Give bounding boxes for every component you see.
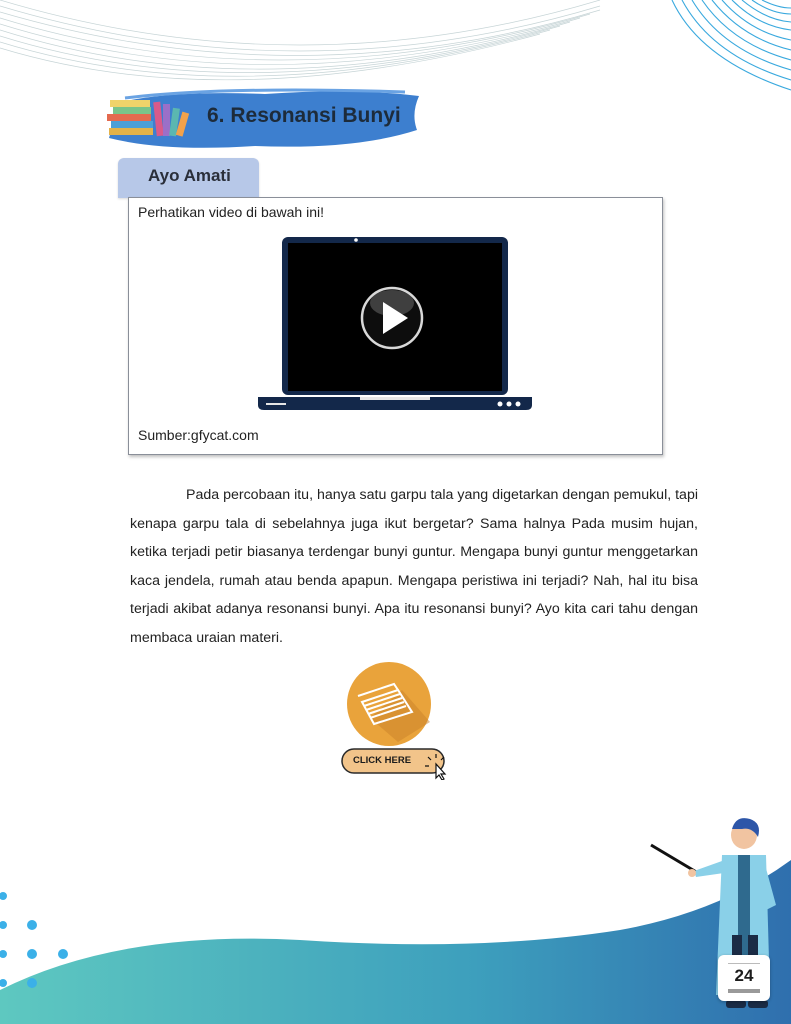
page-number: 24	[734, 966, 754, 985]
click-here-label: CLICK HERE	[352, 755, 412, 766]
video-instruction: Perhatikan video di bawah ini!	[138, 204, 325, 220]
paragraph-text: Pada percobaan itu, hanya satu garpu tal…	[130, 487, 698, 646]
play-icon	[360, 286, 424, 350]
activity-tab-label: Ayo Amati	[148, 166, 231, 185]
body-paragraph: Pada percobaan itu, hanya satu garpu tal…	[130, 481, 698, 652]
section-title: 6. Resonansi Bunyi	[207, 104, 401, 127]
video-source: Sumber:gfycat.com	[138, 427, 259, 443]
video-player[interactable]	[256, 233, 534, 413]
